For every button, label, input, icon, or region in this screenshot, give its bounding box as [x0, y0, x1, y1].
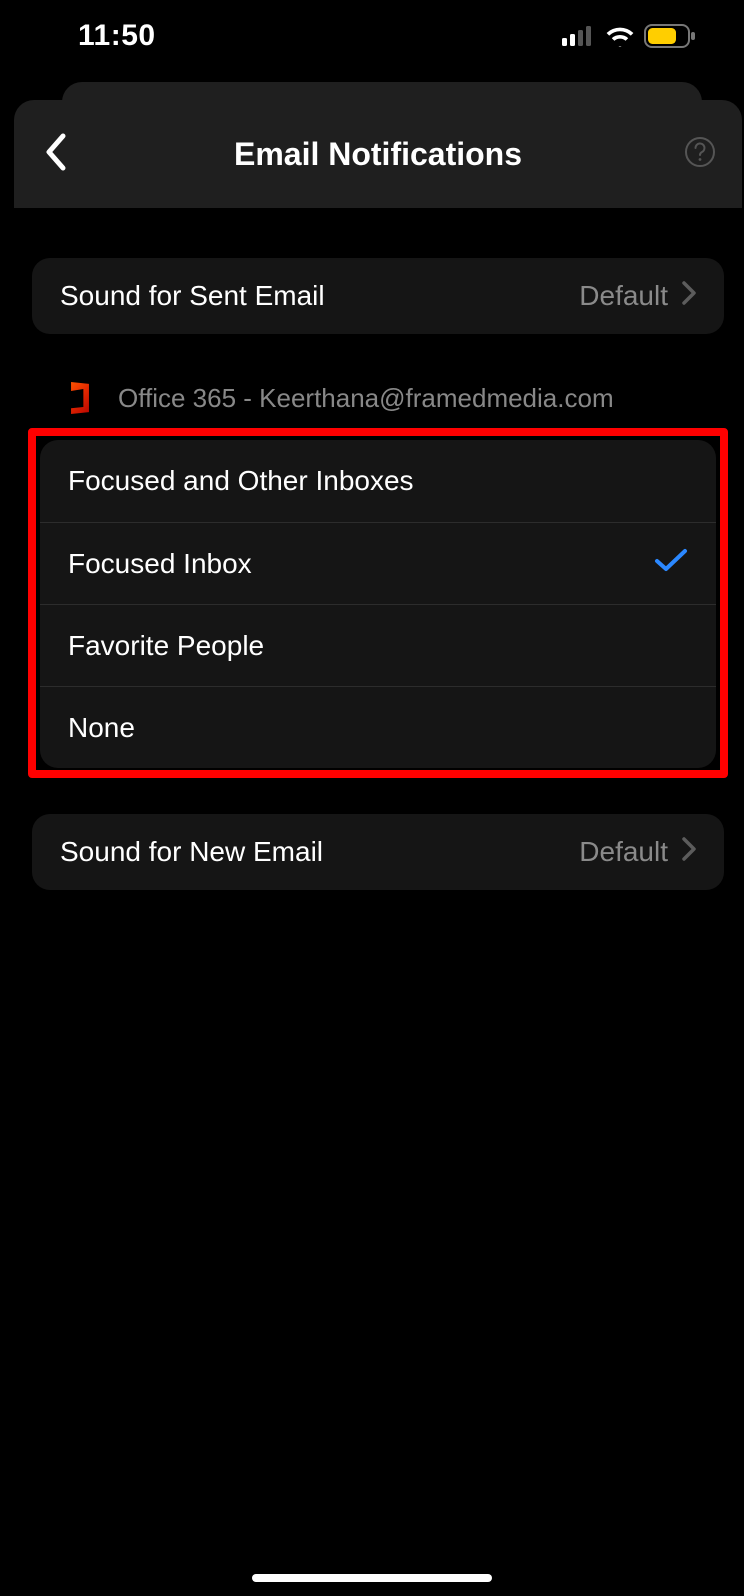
status-bar: 11:50	[0, 0, 744, 72]
status-time: 11:50	[78, 19, 156, 53]
office-365-icon	[66, 382, 94, 414]
battery-icon	[644, 24, 696, 48]
back-button[interactable]	[24, 123, 86, 185]
cell-value-text: Default	[579, 280, 668, 312]
cell-value: Default	[579, 836, 696, 868]
sound-for-new-email-row[interactable]: Sound for New Email Default	[32, 814, 724, 890]
page-title: Email Notifications	[14, 136, 742, 173]
annotation-highlight-box: Focused and Other Inboxes Focused Inbox …	[28, 428, 728, 778]
help-button[interactable]	[682, 136, 718, 172]
checkmark-icon	[654, 547, 688, 580]
option-label: Focused Inbox	[68, 548, 252, 580]
option-focused-and-other[interactable]: Focused and Other Inboxes	[40, 440, 716, 522]
cell-value: Default	[579, 280, 696, 312]
nav-header: Email Notifications	[14, 100, 742, 208]
sound-for-sent-email-row[interactable]: Sound for Sent Email Default	[32, 258, 724, 334]
option-label: Focused and Other Inboxes	[68, 465, 414, 497]
chevron-right-icon	[682, 280, 696, 312]
option-none[interactable]: None	[40, 686, 716, 768]
account-section-header: Office 365 - Keerthana@framedmedia.com	[66, 382, 724, 414]
option-favorite-people[interactable]: Favorite People	[40, 604, 716, 686]
option-label: Favorite People	[68, 630, 264, 662]
cellular-signal-icon	[562, 26, 596, 46]
option-label: None	[68, 712, 135, 744]
account-label: Office 365 - Keerthana@framedmedia.com	[118, 383, 614, 414]
wifi-icon	[604, 25, 636, 47]
content: Sound for Sent Email Default Office 365 …	[32, 258, 724, 890]
option-focused-inbox[interactable]: Focused Inbox	[40, 522, 716, 604]
chevron-right-icon	[682, 836, 696, 868]
help-icon	[684, 136, 716, 173]
home-indicator[interactable]	[252, 1574, 492, 1582]
cell-label: Sound for New Email	[60, 836, 323, 868]
notification-options-group: Focused and Other Inboxes Focused Inbox …	[40, 440, 716, 768]
cell-value-text: Default	[579, 836, 668, 868]
chevron-left-icon	[43, 132, 67, 177]
status-icons	[562, 24, 696, 48]
cell-label: Sound for Sent Email	[60, 280, 325, 312]
